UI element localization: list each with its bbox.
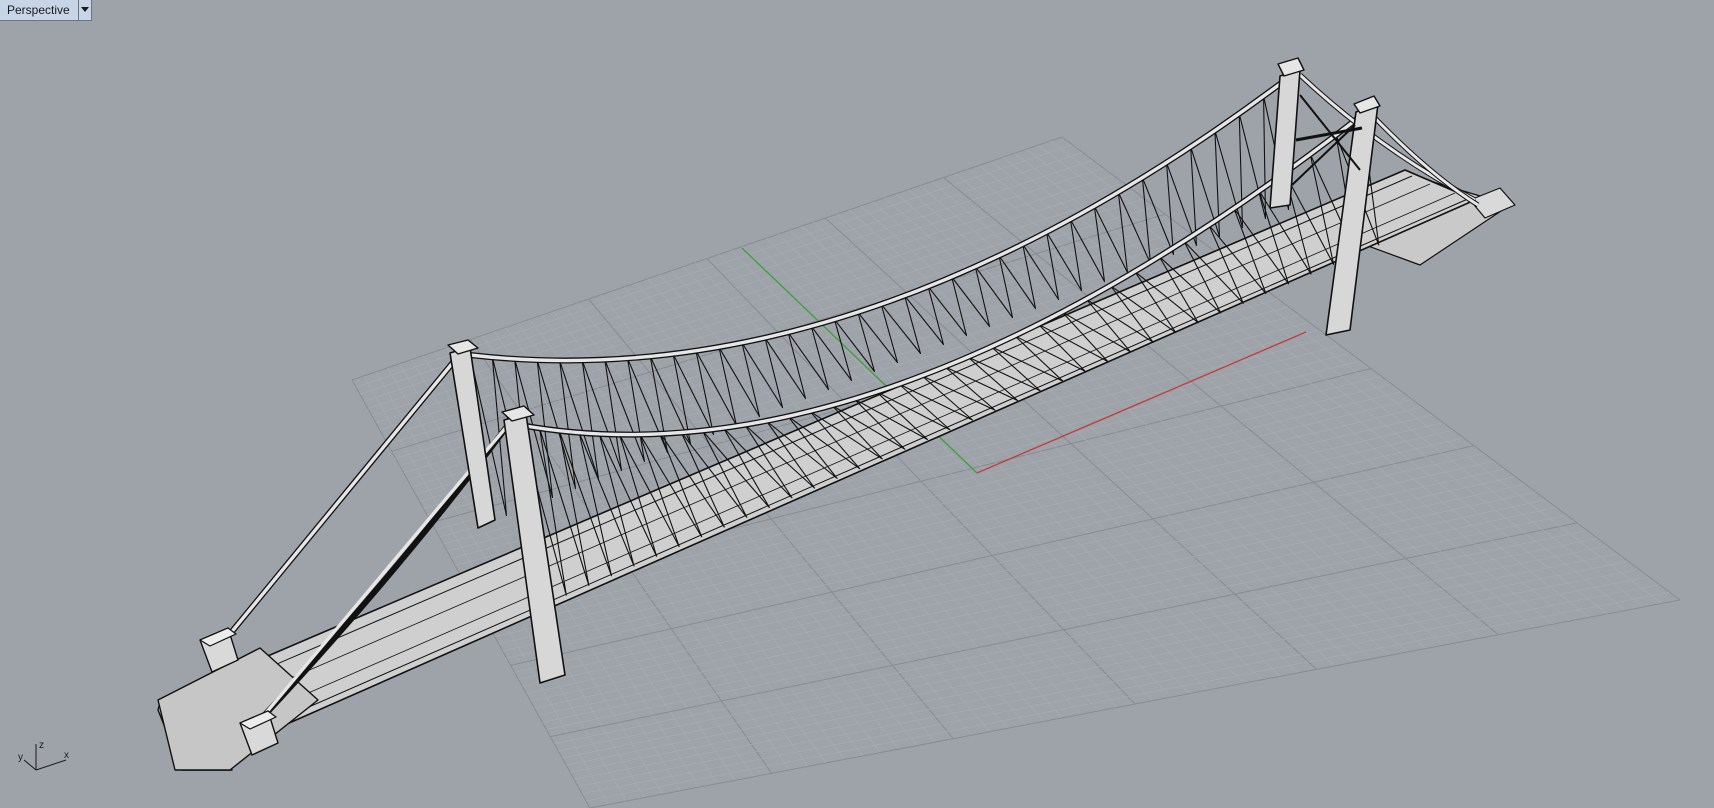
x-axis-label: x <box>64 750 69 761</box>
deck-edge-line <box>204 192 1456 739</box>
grid-line <box>558 537 1598 752</box>
suspension-bridge-model[interactable] <box>157 57 1516 771</box>
grid-line <box>589 599 1681 808</box>
construction-grid <box>351 136 1681 808</box>
deck-edge-line <box>219 197 1471 747</box>
viewport-title[interactable]: Perspective <box>0 0 78 20</box>
main-deck-surface[interactable] <box>159 169 1476 751</box>
grid-line <box>585 591 1670 802</box>
viewport-title-tab[interactable]: Perspective <box>0 0 92 21</box>
grid-line <box>566 553 1619 766</box>
chevron-down-icon[interactable] <box>77 0 91 20</box>
scene-canvas[interactable] <box>0 0 1714 808</box>
grid-line <box>570 561 1629 773</box>
grid-line <box>574 568 1639 780</box>
grid-line <box>562 545 1608 759</box>
y-axis-label: y <box>18 752 23 763</box>
grid-line <box>578 576 1650 787</box>
world-axes-gizmo: x y z <box>18 740 69 771</box>
perspective-viewport[interactable]: Perspective x y z <box>0 0 1714 808</box>
grid-line <box>582 584 1660 795</box>
z-axis-label: z <box>39 740 44 751</box>
